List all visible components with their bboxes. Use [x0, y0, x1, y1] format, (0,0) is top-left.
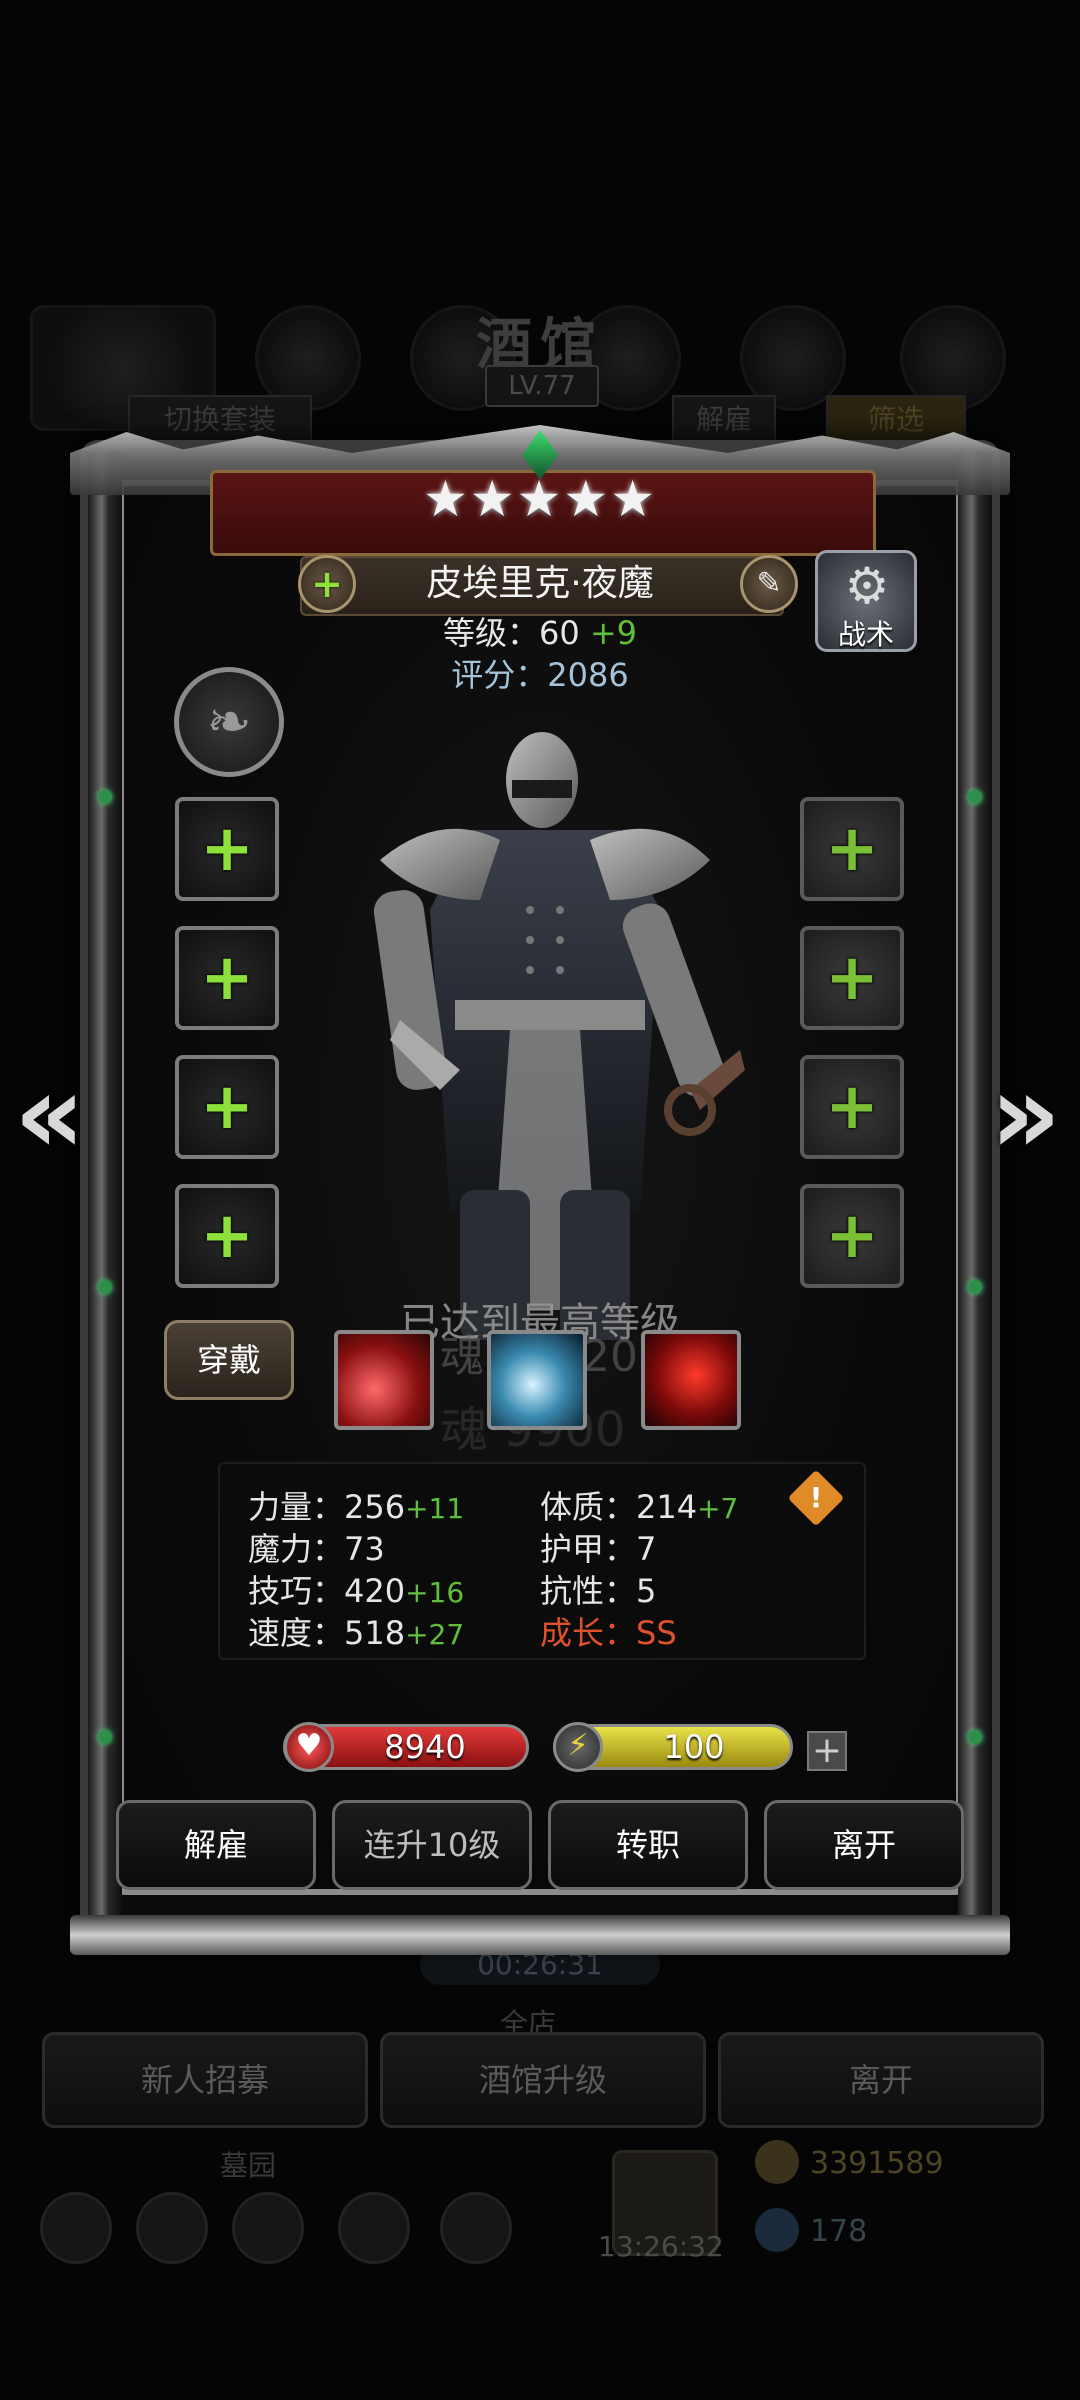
hero-name: 皮埃里克·夜魔: [426, 563, 654, 604]
stat-speed: 速度：518+27: [248, 1614, 465, 1652]
skill-blood-icon[interactable]: [641, 1330, 741, 1430]
bottom-menu-icon: [338, 2192, 410, 2264]
gem-amount: 178: [810, 2214, 868, 2249]
level-value: 等级：60: [442, 614, 580, 652]
right-pillar: [958, 450, 992, 1930]
leave-button[interactable]: 离开: [764, 1800, 964, 1890]
change-class-button[interactable]: 转职: [548, 1800, 748, 1890]
weapon-slot[interactable]: +: [175, 797, 279, 901]
next-hero-arrow[interactable]: »: [990, 1050, 1061, 1178]
stat-magic: 魔力：73: [248, 1530, 385, 1568]
dismiss-button[interactable]: 解雇: [116, 1800, 316, 1890]
wear-button[interactable]: 穿戴: [164, 1320, 294, 1400]
tavern-upgrade-button: 酒馆升级: [380, 2032, 706, 2128]
skill-slash-icon[interactable]: [334, 1330, 434, 1430]
previous-hero-arrow[interactable]: «: [14, 1050, 85, 1178]
hero-figure: [373, 732, 745, 1340]
dismiss-tab: 解雇: [672, 395, 776, 445]
add-energy-button[interactable]: +: [807, 1731, 847, 1771]
level-up-10-button[interactable]: 连升10级: [332, 1800, 532, 1890]
hero-level: 等级：60 +9: [300, 608, 780, 654]
tactics-button[interactable]: ⚙ 战术: [815, 550, 917, 652]
armor-slot[interactable]: +: [175, 926, 279, 1030]
hero-score: 评分：2086: [451, 656, 629, 694]
gear-icon: ⚙: [844, 557, 890, 615]
recruit-button: 新人招募: [42, 2032, 368, 2128]
cemetery-label: 墓园: [220, 2149, 277, 2182]
rune-slot-1[interactable]: +: [800, 1055, 904, 1159]
add-hero-button[interactable]: +: [298, 555, 356, 613]
left-pillar: [88, 450, 122, 1930]
feather-icon[interactable]: ❧: [174, 667, 284, 777]
stat-resistance: 抗性：5: [540, 1572, 657, 1610]
bottom-menu-icon: [40, 2192, 112, 2264]
stat-strength: 力量：256+11: [248, 1488, 465, 1526]
background-clock: 13:26:32: [598, 2230, 724, 2263]
tavern-level: LV.77: [485, 365, 599, 407]
stat-constitution: 体质：214+7: [540, 1488, 739, 1526]
gold-amount: 3391589: [810, 2146, 944, 2181]
tactics-label: 战术: [837, 618, 894, 651]
stat-skill: 技巧：420+16: [248, 1572, 465, 1610]
bottom-menu-icon: [440, 2192, 512, 2264]
bottom-menu-icon: [136, 2192, 208, 2264]
skill-frost-icon[interactable]: [487, 1330, 587, 1430]
stat-growth: 成长：SS: [540, 1614, 677, 1652]
background-top-bar: [0, 140, 1080, 431]
hp-value: 8940: [384, 1728, 466, 1766]
rune-slot-2[interactable]: +: [800, 1184, 904, 1288]
gem-icon: [755, 2208, 799, 2252]
ring-slot[interactable]: +: [800, 797, 904, 901]
star-rating: ★★★★★: [422, 470, 658, 528]
accessory-slot-1[interactable]: +: [175, 1055, 279, 1159]
edit-name-icon[interactable]: ✎: [740, 555, 798, 613]
level-bonus: +9: [589, 614, 638, 652]
warning-icon[interactable]: !: [796, 1478, 836, 1518]
heart-icon: ♥: [284, 1722, 334, 1772]
stat-armor: 护甲：7: [540, 1530, 657, 1568]
lightning-icon: ⚡: [553, 1722, 603, 1772]
bottom-ornament: [70, 1915, 1010, 1955]
background-leave-button: 离开: [718, 2032, 1044, 2128]
switch-outfit-tab: 切换套装: [128, 395, 312, 445]
bottom-menu-icon: [232, 2192, 304, 2264]
amulet-slot[interactable]: +: [800, 926, 904, 1030]
gold-coin-icon: [755, 2140, 799, 2184]
accessory-slot-2[interactable]: +: [175, 1184, 279, 1288]
energy-value: 100: [663, 1728, 725, 1766]
